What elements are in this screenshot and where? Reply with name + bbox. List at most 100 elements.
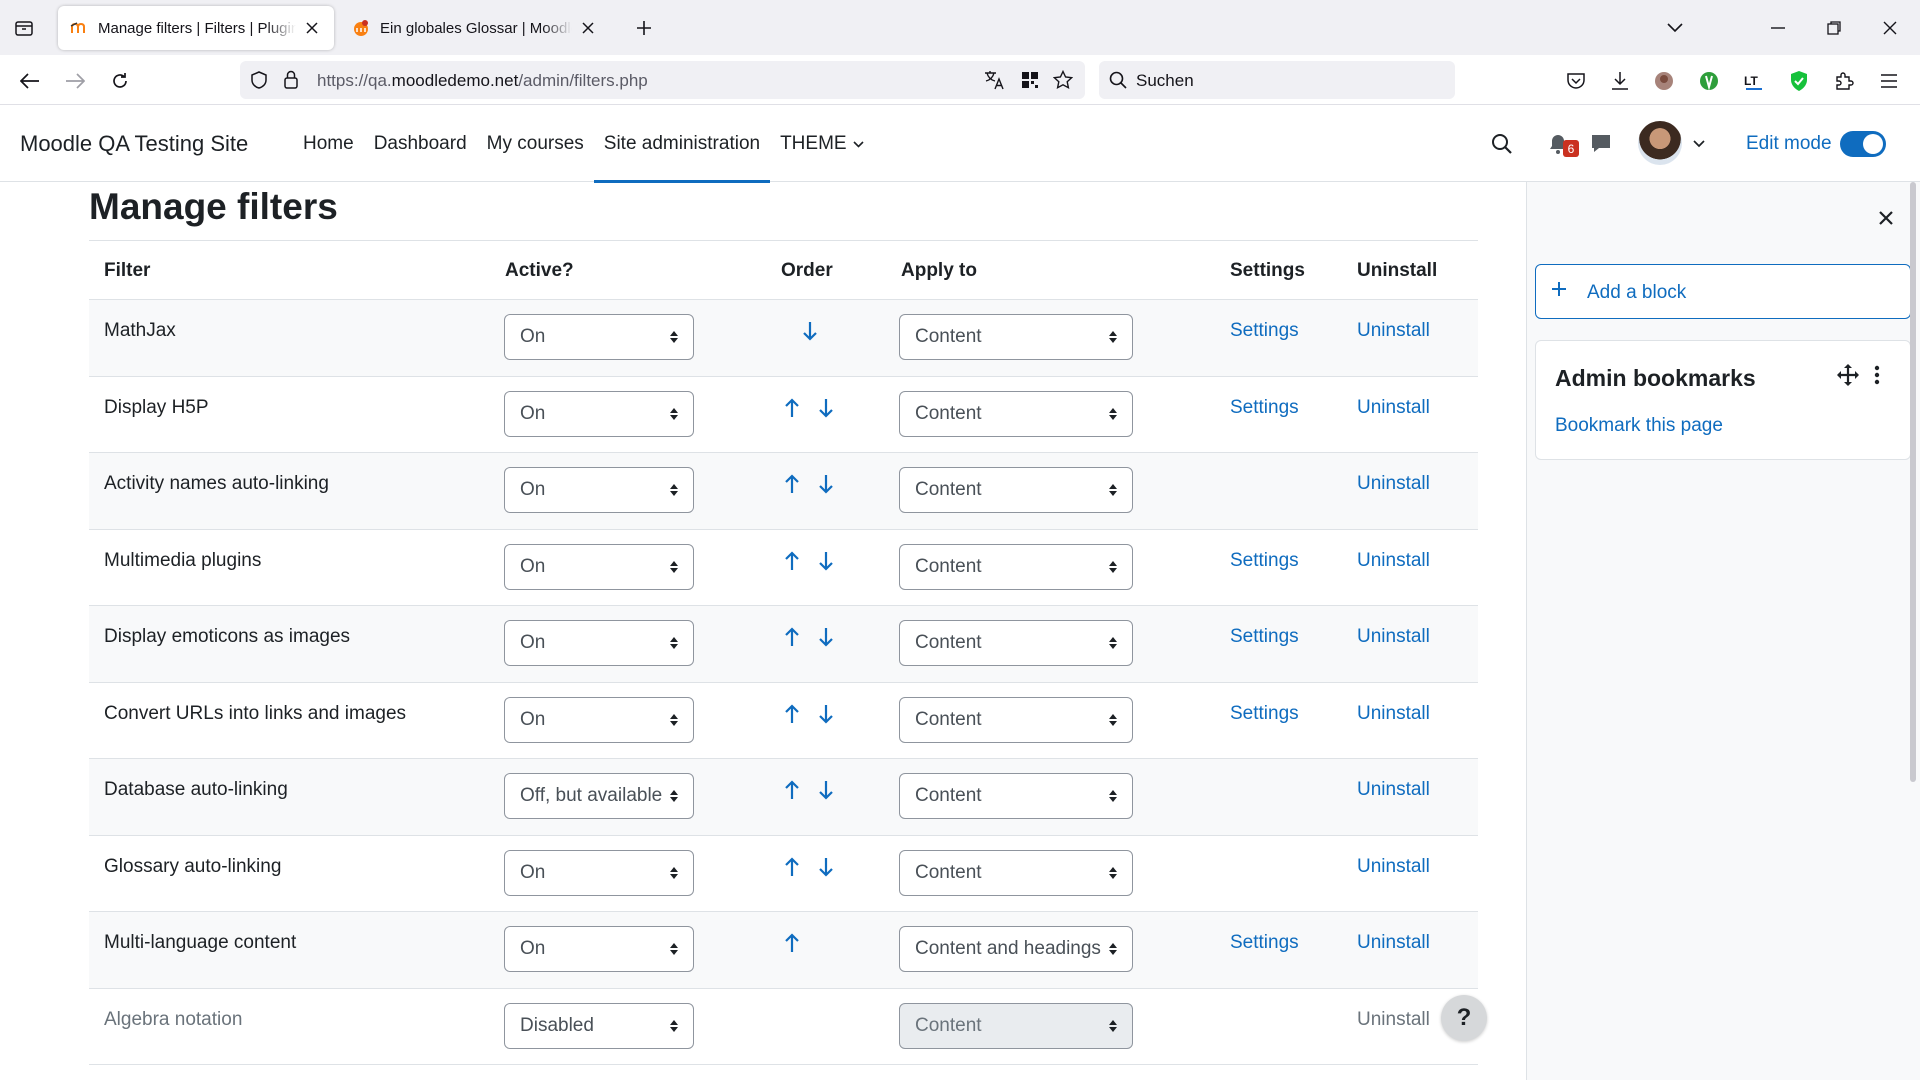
browser-search-input[interactable]: Suchen <box>1099 61 1455 99</box>
apply-to-select[interactable]: Content <box>899 543 1133 590</box>
move-up-arrow-icon[interactable] <box>782 473 802 495</box>
active-select[interactable]: On <box>504 467 694 513</box>
settings-link[interactable]: Settings <box>1230 397 1299 419</box>
active-select[interactable]: On <box>504 620 694 666</box>
active-select[interactable]: On <box>504 696 694 743</box>
nav-site-administration[interactable]: Site administration <box>593 106 771 183</box>
hamburger-menu-icon[interactable] <box>1873 65 1905 97</box>
minimize-icon[interactable] <box>1764 14 1792 42</box>
filter-name: Multi-language content <box>104 932 297 953</box>
settings-link[interactable]: Settings <box>1230 703 1299 725</box>
apply-to-select[interactable]: Content <box>899 314 1133 360</box>
add-block-button[interactable]: Add a block <box>1535 264 1911 319</box>
messages-icon[interactable] <box>1588 131 1614 157</box>
apply-to-select[interactable]: Content <box>899 467 1133 513</box>
move-down-arrow-icon[interactable] <box>816 703 836 725</box>
new-tab-icon[interactable] <box>630 14 658 42</box>
settings-link[interactable]: Settings <box>1230 626 1299 648</box>
close-tab-icon[interactable] <box>578 18 598 38</box>
tracking-shield-icon[interactable] <box>250 71 268 94</box>
apply-to-select[interactable]: Content <box>899 620 1133 666</box>
restore-icon[interactable] <box>1820 14 1848 42</box>
apply-to-select[interactable]: Content <box>899 849 1133 896</box>
nav-dashboard[interactable]: Dashboard <box>364 106 477 182</box>
extension-green-icon[interactable] <box>1693 65 1725 97</box>
apply-to-select[interactable]: Content <box>899 696 1133 743</box>
move-up-arrow-icon[interactable] <box>782 550 802 572</box>
apply-to-select[interactable]: Content <box>899 390 1133 437</box>
move-down-arrow-icon[interactable] <box>816 856 836 878</box>
uninstall-link[interactable]: Uninstall <box>1357 703 1430 725</box>
user-menu-chevron-down-icon[interactable] <box>1686 131 1712 157</box>
move-up-arrow-icon[interactable] <box>782 779 802 801</box>
move-up-arrow-icon[interactable] <box>782 703 802 725</box>
apply-to-select[interactable]: Content <box>899 773 1133 819</box>
active-select[interactable]: On <box>504 543 694 590</box>
move-up-arrow-icon[interactable] <box>782 856 802 878</box>
apply-to-select[interactable]: Content and headings <box>899 926 1133 972</box>
uninstall-link[interactable]: Uninstall <box>1357 779 1430 801</box>
tab-glossar[interactable]: Ein globales Glossar | Moodle 4. <box>340 6 610 50</box>
downloads-icon[interactable] <box>1604 65 1636 97</box>
move-up-arrow-icon[interactable] <box>782 932 802 954</box>
settings-link[interactable]: Settings <box>1230 550 1299 572</box>
active-select[interactable]: On <box>504 390 694 437</box>
uninstall-link[interactable]: Uninstall <box>1357 932 1430 954</box>
active-select[interactable]: On <box>504 926 694 972</box>
bookmark-this-page-link[interactable]: Bookmark this page <box>1555 415 1723 437</box>
move-down-arrow-icon[interactable] <box>800 320 820 342</box>
forward-arrow-icon[interactable] <box>59 65 91 97</box>
close-tab-icon[interactable] <box>302 18 322 38</box>
nav-my-courses[interactable]: My courses <box>477 106 594 182</box>
nav-theme[interactable]: THEME <box>770 106 874 182</box>
help-button[interactable]: ? <box>1441 995 1487 1041</box>
move-down-arrow-icon[interactable] <box>816 550 836 572</box>
user-avatar[interactable] <box>1638 121 1682 165</box>
url-bar[interactable]: https://qa.moodledemo.net/admin/filters.… <box>240 61 1085 99</box>
translate-icon[interactable] <box>984 70 1006 95</box>
active-select[interactable]: On <box>504 849 694 896</box>
active-select[interactable]: Disabled <box>504 1002 694 1049</box>
site-name[interactable]: Moodle QA Testing Site <box>20 131 248 157</box>
move-icon[interactable] <box>1836 363 1860 387</box>
uninstall-link[interactable]: Uninstall <box>1357 856 1430 878</box>
settings-link[interactable]: Settings <box>1230 932 1299 954</box>
active-select[interactable]: Off, but available <box>504 773 694 819</box>
qr-code-icon[interactable] <box>1021 71 1039 94</box>
lock-icon[interactable] <box>283 70 299 95</box>
uninstall-link[interactable]: Uninstall <box>1357 550 1430 572</box>
close-window-icon[interactable] <box>1876 14 1904 42</box>
profile-extension-icon[interactable] <box>1648 65 1680 97</box>
uninstall-link[interactable]: Uninstall <box>1357 473 1430 495</box>
move-down-arrow-icon[interactable] <box>816 397 836 419</box>
search-icon[interactable] <box>1489 131 1515 157</box>
back-arrow-icon[interactable] <box>14 65 46 97</box>
filters-table: Filter Active? Order Apply to Settings U… <box>89 240 1478 1065</box>
pocket-icon[interactable] <box>1560 65 1592 97</box>
uninstall-link[interactable]: Uninstall <box>1357 626 1430 648</box>
bookmark-star-icon[interactable] <box>1052 69 1074 95</box>
page-scrollbar[interactable] <box>1910 182 1916 782</box>
move-down-arrow-icon[interactable] <box>816 473 836 495</box>
list-all-tabs-chevron-icon[interactable] <box>1661 14 1689 42</box>
shield-extension-icon[interactable] <box>1783 65 1815 97</box>
move-up-arrow-icon[interactable] <box>782 626 802 648</box>
uninstall-link[interactable]: Uninstall <box>1357 1009 1430 1031</box>
active-select[interactable]: On <box>504 314 694 360</box>
tab-list-icon[interactable] <box>10 14 38 42</box>
tab-manage-filters[interactable]: Manage filters | Filters | Plugins <box>58 6 334 50</box>
close-drawer-icon[interactable] <box>1873 205 1899 231</box>
move-down-arrow-icon[interactable] <box>816 626 836 648</box>
uninstall-link[interactable]: Uninstall <box>1357 320 1430 342</box>
extensions-puzzle-icon[interactable] <box>1828 65 1860 97</box>
settings-link[interactable]: Settings <box>1230 320 1299 342</box>
block-actions-kebab-icon[interactable] <box>1872 363 1882 387</box>
nav-home[interactable]: Home <box>293 106 364 182</box>
move-down-arrow-icon[interactable] <box>816 779 836 801</box>
edit-mode-toggle[interactable] <box>1840 131 1886 157</box>
table-row: Display H5P On Content Settings Uninstall <box>89 377 1478 453</box>
reload-icon[interactable] <box>104 65 136 97</box>
uninstall-link[interactable]: Uninstall <box>1357 397 1430 419</box>
move-up-arrow-icon[interactable] <box>782 397 802 419</box>
languagetool-icon[interactable]: LT <box>1738 65 1770 97</box>
